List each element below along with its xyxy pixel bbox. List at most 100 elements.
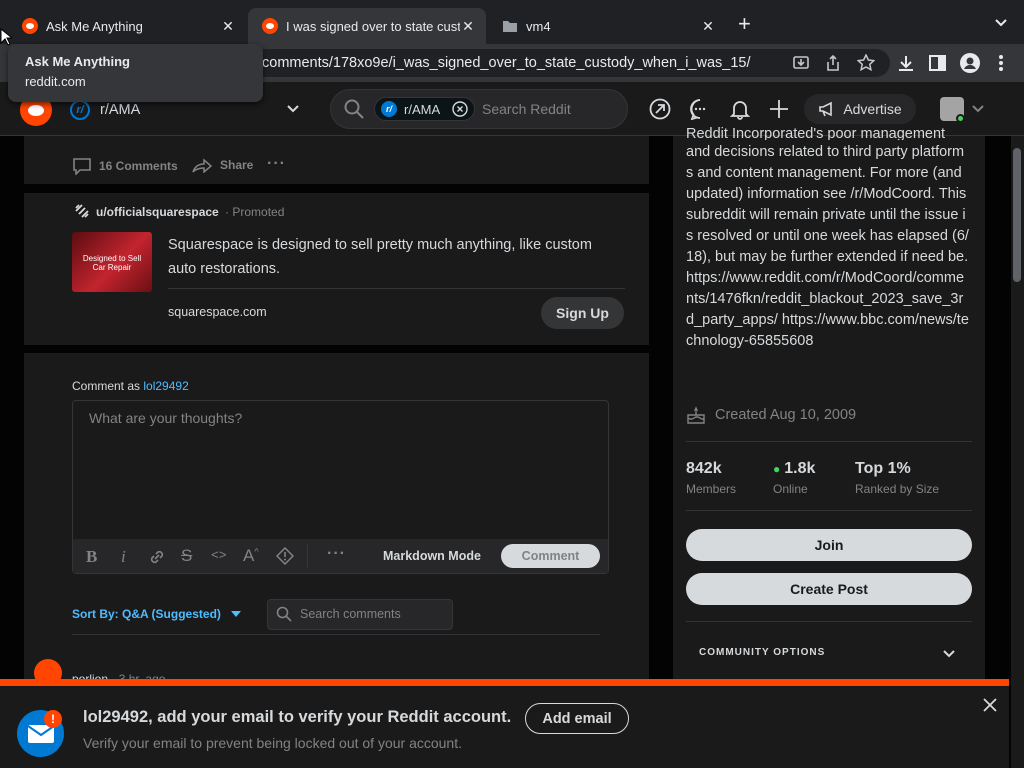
sidebar-divider [686,510,972,511]
sort-dropdown[interactable]: Sort By: Q&A (Suggested) [72,607,241,621]
browser-menu-icon[interactable] [999,55,1003,71]
banner-subtitle: Verify your email to prevent being locke… [83,735,462,751]
rank-stat: Top 1% Ranked by Size [855,460,939,496]
comment-as-prefix: Comment as [72,379,141,393]
create-post-plus-icon[interactable] [769,99,789,119]
comments-count: 16 Comments [99,159,178,173]
comment-textarea[interactable]: What are your thoughts? [89,410,242,426]
close-tab-icon[interactable]: ✕ [700,18,716,34]
comment-icon [73,158,91,175]
rank-value: Top 1% [855,460,911,477]
chevron-down-icon[interactable] [943,650,955,658]
tooltip-url: reddit.com [25,74,86,89]
share-label: Share [220,158,254,172]
create-post-button[interactable]: Create Post [686,573,972,605]
members-stat: 842k Members [686,460,736,496]
sign-up-button[interactable]: Sign Up [541,297,624,329]
rank-label: Ranked by Size [855,482,940,496]
side-panel-icon[interactable] [929,55,946,71]
search-scope-label: r/AMA [404,101,441,117]
reddit-favicon-icon [22,18,38,34]
link-icon[interactable] [148,548,166,566]
sort-divider [72,634,600,635]
subreddit-icon: r/ [381,101,397,117]
search-icon [344,99,364,119]
ad-thumbnail[interactable]: Designed to Sell Car Repair [72,232,152,292]
scrollbar-thumb[interactable] [1013,148,1021,282]
ad-thumbnail-text: Designed to Sell Car Repair [82,254,142,272]
online-label: Online [773,482,808,496]
share-button[interactable]: Share [192,157,253,173]
tab-vm4[interactable]: vm4 ✕ [488,8,726,44]
caret-down-icon [230,611,241,617]
community-description: and decisions related to third party pla… [686,144,969,349]
bookmark-star-icon[interactable] [857,54,875,71]
more-options-icon[interactable]: ··· [267,155,286,173]
bold-icon[interactable]: B [86,547,97,567]
ad-divider [168,288,625,289]
online-stat: ● 1.8k Online [773,460,815,496]
members-label: Members [686,482,737,496]
sidebar-divider [686,441,972,442]
chat-icon[interactable] [689,98,711,120]
comment-as-user-link[interactable]: lol29492 [143,379,188,393]
banner-title: lol29492, add your email to verify your … [83,708,512,726]
new-tab-button[interactable]: + [738,13,751,35]
spoiler-icon[interactable] [276,547,294,565]
sort-label: Sort By: Q&A (Suggested) [72,607,221,621]
close-tab-icon[interactable]: ✕ [460,18,476,34]
downloads-icon[interactable] [897,54,915,72]
ad-body-text[interactable]: Squarespace is designed to sell pretty m… [168,233,618,281]
share-page-icon[interactable] [826,54,840,71]
popular-trending-icon[interactable] [649,98,671,120]
ad-domain-link[interactable]: squarespace.com [168,305,267,319]
community-options-toggle[interactable]: COMMUNITY OPTIONS [699,647,825,658]
folder-icon [503,21,517,32]
created-text: Created Aug 10, 2009 [715,407,857,423]
cake-icon [687,406,705,424]
tab-current-post[interactable]: I was signed over to state custody ✕ [248,8,486,44]
tab-title: vm4 [526,18,551,34]
mouse-cursor-icon [0,28,12,46]
squarespace-logo-icon [75,204,89,218]
add-email-button[interactable]: Add email [525,703,629,734]
tab-search-chevron-icon[interactable] [995,19,1007,27]
tab-title: Ask Me Anything [46,18,143,34]
search-scope-chip[interactable]: r/ r/AMA [374,97,476,121]
comments-button[interactable]: 16 Comments [72,157,178,175]
megaphone-icon [819,101,833,117]
profile-icon[interactable] [960,53,980,73]
url-text[interactable]: comments/178xo9e/i_was_signed_over_to_st… [262,55,750,71]
community-selector[interactable]: r/ r/AMA [70,100,140,120]
user-menu-chevron-icon[interactable] [972,105,984,113]
subreddit-icon: r/ [70,100,90,120]
promoted-label: · Promoted [225,205,285,219]
comment-as-label: Comment as lol29492 [72,379,189,393]
ad-username[interactable]: u/officialsquarespace [96,205,219,219]
comment-submit-button[interactable]: Comment [501,544,600,568]
search-icon [276,606,292,622]
join-button[interactable]: Join [686,529,972,561]
advertise-button[interactable]: Advertise [804,94,916,124]
clear-scope-icon[interactable] [452,101,468,117]
superscript-icon[interactable]: A^ [243,546,259,566]
members-count: 842k [686,460,722,477]
markdown-mode-button[interactable]: Markdown Mode [383,549,481,563]
tooltip-title: Ask Me Anything [25,54,130,69]
more-formatting-icon[interactable]: ··· [327,545,346,563]
created-date: Created Aug 10, 2009 [686,406,856,424]
community-description-top: Reddit Incorporated's poor management [686,126,946,140]
install-app-icon[interactable] [793,55,809,71]
comment-search-placeholder: Search comments [300,607,401,621]
notifications-bell-icon[interactable] [729,98,751,120]
close-tab-icon[interactable]: ✕ [220,18,236,34]
strikethrough-icon[interactable]: S [181,546,192,566]
chevron-down-icon[interactable] [287,105,299,113]
close-banner-icon[interactable] [983,698,997,712]
inline-code-icon[interactable]: <> [211,548,227,563]
share-arrow-icon [192,158,212,173]
alert-badge-icon: ! [44,710,62,728]
search-placeholder: Search Reddit [482,101,571,117]
tab-ask-me-anything[interactable]: Ask Me Anything ✕ [8,8,246,44]
italic-icon[interactable]: i [121,547,126,567]
